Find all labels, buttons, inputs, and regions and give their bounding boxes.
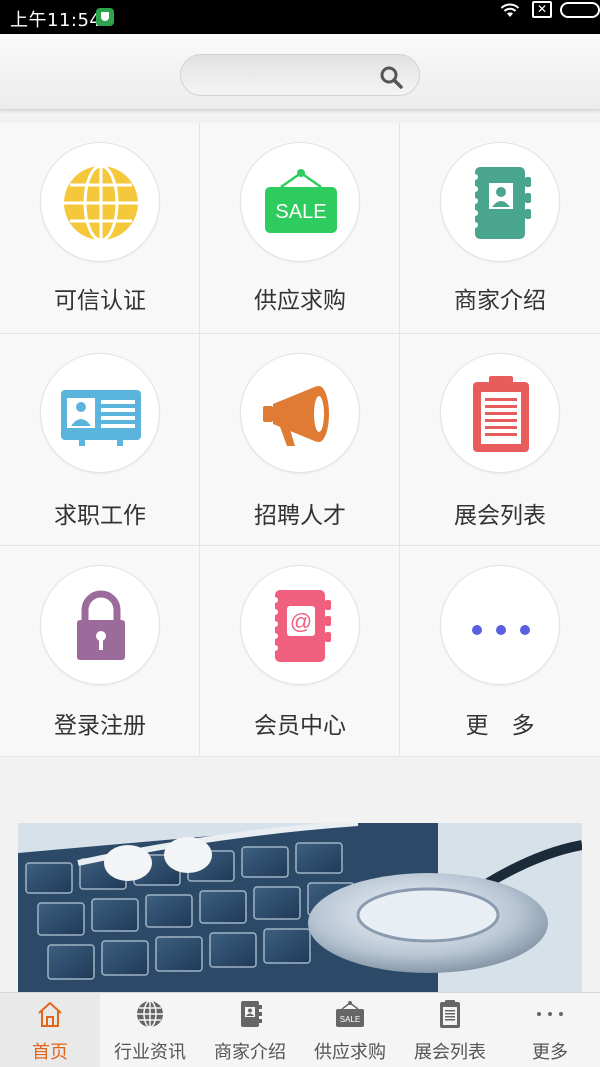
more-dots-icon — [537, 1012, 563, 1016]
notification-x-icon: ✕ — [532, 1, 552, 18]
header — [0, 34, 600, 110]
grid-item-supply-demand[interactable]: SALE 供应求购 — [200, 123, 400, 333]
more-dots-icon — [440, 565, 560, 685]
sale-sign-text: SALE — [340, 1015, 360, 1024]
sale-sign-icon: SALE — [336, 1001, 364, 1027]
grid-item-label: 招聘人才 — [254, 503, 346, 529]
megaphone-icon — [240, 353, 360, 473]
search-input[interactable] — [197, 63, 377, 87]
tab-label: 供应求购 — [314, 1042, 386, 1063]
grid-item-merchant-intro[interactable]: 商家介绍 — [400, 123, 600, 333]
stethoscope-keyboard-illustration — [18, 823, 582, 995]
address-book-icon — [440, 142, 560, 262]
tab-supply-demand[interactable]: SALE 供应求购 — [300, 993, 400, 1067]
address-book-icon — [241, 1001, 262, 1027]
home-icon — [38, 1002, 62, 1027]
id-card-icon — [40, 353, 160, 473]
grid-item-label: 登录注册 — [54, 713, 146, 739]
tab-label: 行业资讯 — [114, 1042, 186, 1063]
tab-label: 商家介绍 — [214, 1042, 286, 1063]
grid-item-label: 可信认证 — [54, 288, 146, 314]
grid-item-member-center[interactable]: @ 会员中心 — [200, 546, 400, 756]
grid-row: 可信认证 SALE 供应求购 商家介绍 — [0, 123, 600, 334]
grid-item-label: 更 多 — [465, 713, 535, 739]
grid-item-exhibition-list[interactable]: 展会列表 — [400, 334, 600, 545]
globe-icon — [137, 1000, 163, 1028]
sale-sign-text: SALE — [275, 201, 326, 223]
tab-industry-news[interactable]: 行业资讯 — [100, 993, 200, 1067]
tab-label: 更多 — [532, 1042, 568, 1063]
grid-item-label: 求职工作 — [54, 503, 146, 529]
grid-row: 登录注册 @ 会员中心 更 多 — [0, 546, 600, 757]
tab-exhibition-list[interactable]: 展会列表 — [400, 993, 500, 1067]
wifi-icon — [500, 3, 520, 17]
sale-sign-icon: SALE — [240, 142, 360, 262]
banner-image[interactable] — [18, 823, 582, 995]
tab-home[interactable]: 首页 — [0, 993, 100, 1067]
bottom-tab-bar: 首页 行业资讯 商家介绍 SALE 供应求购 展会列表 更多 — [0, 992, 600, 1067]
clipboard-icon — [440, 1000, 460, 1028]
grid-item-job-seeking[interactable]: 求职工作 — [0, 334, 200, 545]
grid-item-recruit-talent[interactable]: 招聘人才 — [200, 334, 400, 545]
tab-label: 首页 — [32, 1042, 68, 1063]
status-bar: 上午11:54 ✕ — [0, 0, 600, 34]
grid-item-login-register[interactable]: 登录注册 — [0, 546, 200, 756]
grid-item-label: 商家介绍 — [454, 288, 546, 314]
globe-icon — [40, 142, 160, 262]
feature-grid: 可信认证 SALE 供应求购 商家介绍 求职工作 招聘人才 展会列表 登录注册 … — [0, 123, 600, 757]
tab-merchant-intro[interactable]: 商家介绍 — [200, 993, 300, 1067]
clipboard-icon — [440, 353, 560, 473]
grid-item-label: 展会列表 — [454, 503, 546, 529]
tab-label: 展会列表 — [414, 1042, 486, 1063]
tab-more[interactable]: 更多 — [500, 993, 600, 1067]
battery-icon — [560, 2, 600, 18]
grid-row: 求职工作 招聘人才 展会列表 — [0, 334, 600, 546]
contact-book-icon: @ — [240, 565, 360, 685]
shield-icon — [96, 8, 114, 26]
search-icon[interactable] — [379, 65, 403, 89]
grid-item-label: 会员中心 — [254, 713, 346, 739]
status-time: 上午11:54 — [10, 10, 102, 31]
lock-icon — [40, 565, 160, 685]
at-sign-text: @ — [290, 609, 312, 634]
grid-item-label: 供应求购 — [254, 288, 346, 314]
grid-item-trusted-certification[interactable]: 可信认证 — [0, 123, 200, 333]
search-bar[interactable] — [180, 54, 420, 96]
grid-item-more[interactable]: 更 多 — [400, 546, 600, 756]
